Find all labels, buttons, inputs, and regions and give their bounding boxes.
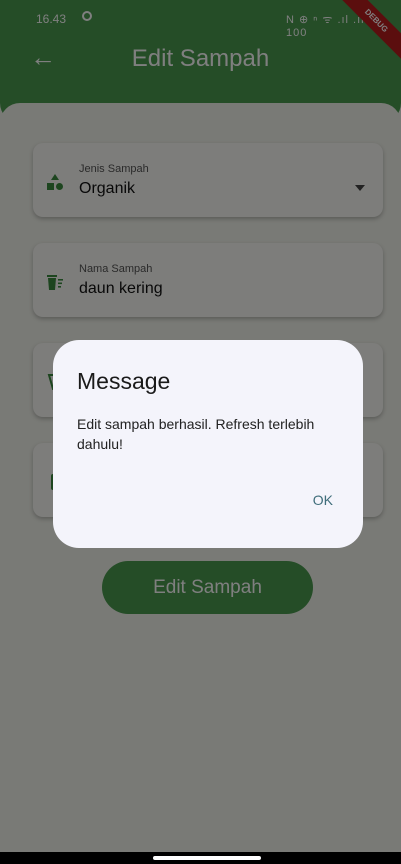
ok-button[interactable]: OK <box>313 492 333 508</box>
dialog-title: Message <box>77 368 171 394</box>
message-dialog: Message Edit sampah berhasil. Refresh te… <box>53 340 363 548</box>
home-indicator[interactable] <box>153 856 261 860</box>
edit-sampah-screen: 16.43 N ⊕ ⁿ ᯤ .ıl .ıl ○ 100 ← Edit Sampa… <box>0 0 401 864</box>
dialog-message: Edit sampah berhasil. Refresh terlebih d… <box>77 416 315 452</box>
